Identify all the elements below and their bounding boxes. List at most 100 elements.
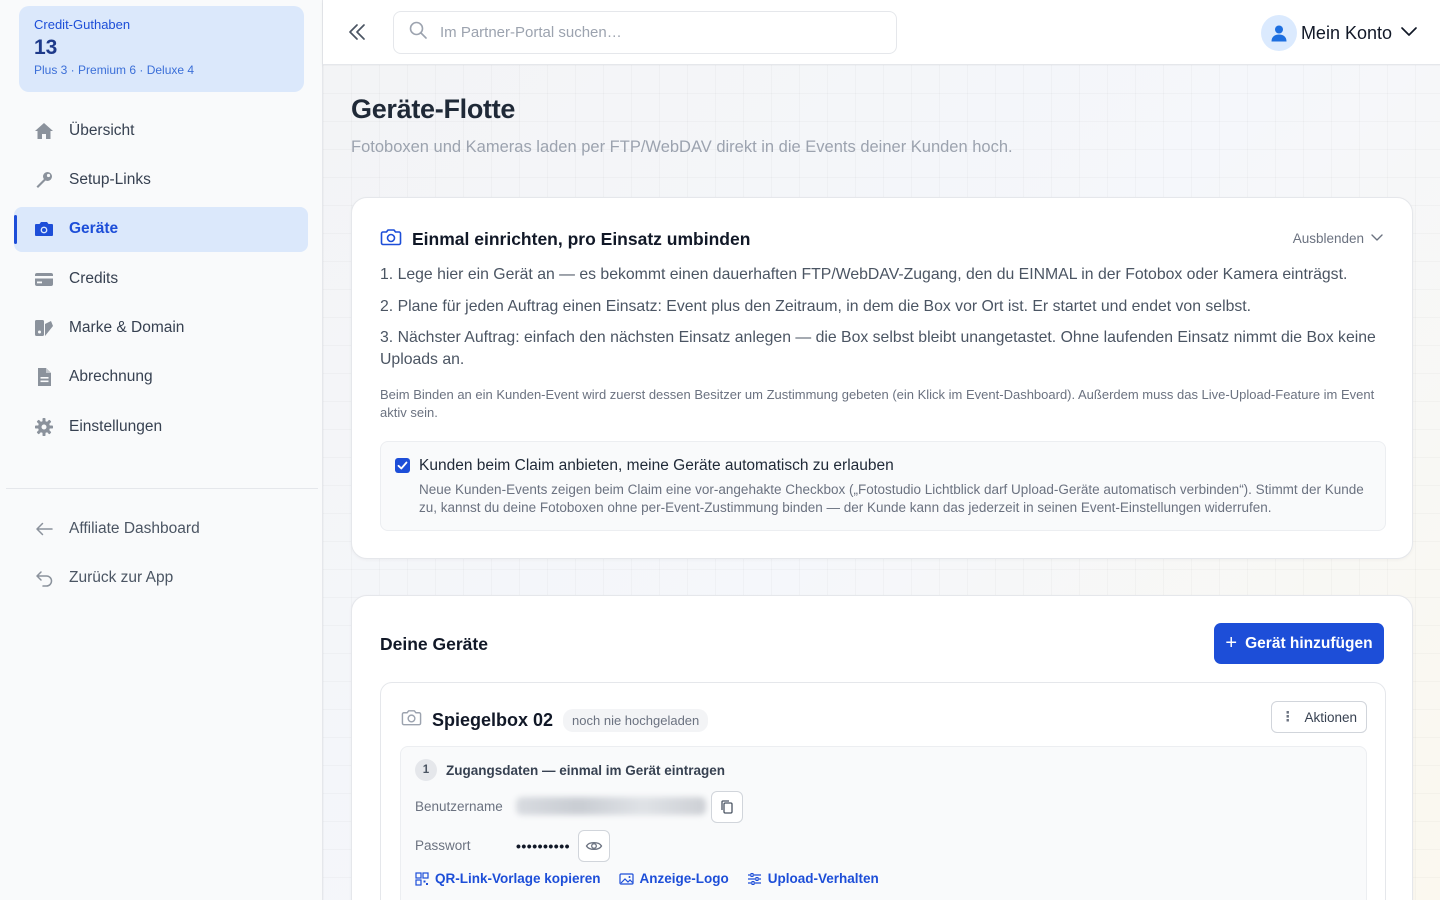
sidebar-divider	[6, 488, 318, 489]
copy-username-button[interactable]	[711, 791, 743, 823]
account-label: Mein Konto	[1300, 22, 1392, 43]
double-chevron-left-icon	[349, 24, 365, 40]
link-label: QR-Link-Vorlage kopieren	[435, 871, 601, 886]
sidebar-item-geraete[interactable]: Geräte	[14, 206, 308, 252]
hide-info-button[interactable]: Ausblenden	[1293, 230, 1384, 247]
camera-outline-icon	[380, 226, 402, 253]
auto-allow-checkbox[interactable]	[395, 458, 410, 473]
credit-label: Credit-Guthaben	[34, 17, 131, 32]
page-subtitle: Fotoboxen und Kameras laden per FTP/WebD…	[351, 138, 1013, 156]
topbar: Mein Konto	[323, 0, 1440, 65]
home-icon	[34, 121, 54, 141]
sidebar-item-label: Abrechnung	[69, 368, 153, 386]
sidebar-item-zurueck-zur-app[interactable]: Zurück zur App	[14, 555, 308, 600]
devices-card: Deine Geräte + Gerät hinzufügen Spiegelb…	[351, 595, 1413, 900]
access-title: Zugangsdaten — einmal im Gerät eintragen	[446, 763, 726, 778]
sidebar-item-marke-domain[interactable]: Marke & Domain	[14, 306, 308, 351]
camera-icon	[34, 219, 54, 239]
devices-title: Deine Geräte	[380, 634, 488, 654]
sidebar-item-label: Übersicht	[69, 121, 135, 139]
status-badge: noch nie hochgeladen	[563, 708, 709, 732]
chevron-down-icon	[1370, 230, 1384, 247]
document-icon	[34, 367, 54, 387]
collapse-sidebar-button[interactable]	[345, 20, 369, 44]
more-vertical-icon: ⋮	[1280, 709, 1295, 724]
brand-icon	[34, 318, 54, 338]
setup-step: 1. Lege hier ein Gerät an — es bekommt e…	[380, 266, 1348, 283]
search-input[interactable]	[440, 24, 860, 41]
password-value-masked: ••••••••••	[516, 838, 571, 854]
link-label: Anzeige-Logo	[639, 871, 729, 886]
sliders-icon	[747, 872, 761, 885]
return-icon	[34, 568, 54, 588]
username-label: Benutzername	[415, 799, 503, 814]
consent-note: Beim Binden an ein Kunden-Event wird zue…	[380, 387, 1375, 420]
upload-behavior-link[interactable]: Upload-Verhalten	[747, 871, 879, 886]
link-label: Upload-Verhalten	[767, 871, 879, 886]
device-name: Spiegelbox 02	[432, 709, 554, 730]
setup-info-card: Einmal einrichten, pro Einsatz umbinden …	[351, 197, 1413, 559]
auto-allow-description: Neue Kunden-Events zeigen beim Claim ein…	[419, 482, 1364, 515]
sidebar-item-label: Einstellungen	[69, 417, 163, 435]
chevron-down-icon	[1400, 22, 1418, 45]
copy-icon	[721, 800, 733, 814]
device-actions-button[interactable]: ⋮ Aktionen	[1271, 701, 1367, 733]
sidebar-item-credits[interactable]: Credits	[14, 256, 308, 301]
sidebar-item-label: Marke & Domain	[69, 319, 185, 337]
device-header: Spiegelbox 02 noch nie hochgeladen	[401, 707, 709, 733]
device-card: Spiegelbox 02 noch nie hochgeladen ⋮ Akt…	[380, 682, 1386, 900]
sidebar-item-label: Zurück zur App	[69, 568, 174, 586]
actions-label: Aktionen	[1304, 709, 1358, 725]
sidebar-item-setup-links[interactable]: Setup-Links	[14, 157, 308, 202]
copy-qr-link-template-link[interactable]: QR-Link-Vorlage kopieren	[415, 871, 601, 886]
account-menu[interactable]: Mein Konto	[1260, 15, 1418, 51]
sidebar-item-uebersicht[interactable]: Übersicht	[14, 108, 308, 153]
image-icon	[618, 872, 634, 885]
sidebar: Credit-Guthaben 13 Plus 3 · Premium 6 · …	[0, 0, 323, 900]
toggle-password-button[interactable]	[578, 830, 610, 862]
setup-step: 2. Plane für jeden Auftrag einen Einsatz…	[380, 297, 1252, 315]
info-card-header: Einmal einrichten, pro Einsatz umbinden	[380, 226, 750, 253]
wrench-icon	[34, 170, 54, 190]
sidebar-item-affiliate-dashboard[interactable]: Affiliate Dashboard	[14, 506, 308, 551]
plus-icon: +	[1225, 632, 1238, 654]
gear-icon	[34, 417, 54, 437]
qr-icon	[415, 871, 429, 886]
sidebar-secondary-nav: Affiliate Dashboard Zurück zur App	[14, 506, 308, 605]
sidebar-item-abrechnung[interactable]: Abrechnung	[14, 355, 308, 400]
add-device-label: Gerät hinzufügen	[1245, 634, 1373, 652]
username-value-redacted	[516, 797, 706, 815]
credit-card-icon	[34, 269, 54, 289]
sidebar-item-label: Credits	[69, 269, 119, 287]
checkmark-icon	[397, 461, 408, 470]
search-bar[interactable]	[393, 11, 897, 54]
sidebar-item-label: Geräte	[69, 220, 119, 238]
auto-allow-label[interactable]: Kunden beim Claim anbieten, meine Geräte…	[419, 457, 894, 475]
page-title: Geräte-Flotte	[351, 94, 516, 124]
password-label: Passwort	[415, 838, 471, 853]
sidebar-item-label: Setup-Links	[69, 170, 151, 188]
eye-icon	[585, 841, 603, 851]
user-icon	[1271, 25, 1287, 42]
search-icon	[408, 20, 428, 45]
sidebar-item-label: Affiliate Dashboard	[69, 519, 200, 537]
credit-breakdown: Plus 3 · Premium 6 · Deluxe 4	[34, 63, 195, 77]
setup-steps: 1. Lege hier ein Gerät an — es bekommt e…	[380, 264, 1380, 381]
access-credentials-panel: 1 Zugangsdaten — einmal im Gerät eintrag…	[400, 746, 1367, 900]
credit-balance-card[interactable]: Credit-Guthaben 13 Plus 3 · Premium 6 · …	[19, 6, 304, 92]
sidebar-nav: Übersicht Setup-Links Geräte Credits Mar…	[14, 108, 308, 454]
sidebar-item-einstellungen[interactable]: Einstellungen	[14, 404, 308, 449]
avatar	[1260, 15, 1297, 51]
add-device-button[interactable]: + Gerät hinzufügen	[1214, 623, 1384, 664]
auto-allow-option: Kunden beim Claim anbieten, meine Geräte…	[380, 441, 1386, 531]
main-content: Geräte-Flotte Fotoboxen und Kameras lade…	[323, 65, 1440, 900]
hide-label: Ausblenden	[1292, 231, 1364, 246]
camera-outline-icon	[401, 707, 422, 733]
info-card-title: Einmal einrichten, pro Einsatz umbinden	[412, 229, 751, 249]
credit-value: 13	[34, 36, 58, 59]
display-logo-link[interactable]: Anzeige-Logo	[618, 871, 729, 886]
device-links: QR-Link-Vorlage kopieren Anzeige-Logo Up…	[415, 871, 897, 886]
setup-step: 3. Nächster Auftrag: einfach den nächste…	[380, 329, 1376, 368]
arrow-left-icon	[34, 519, 54, 539]
step-number: 1	[415, 759, 437, 781]
